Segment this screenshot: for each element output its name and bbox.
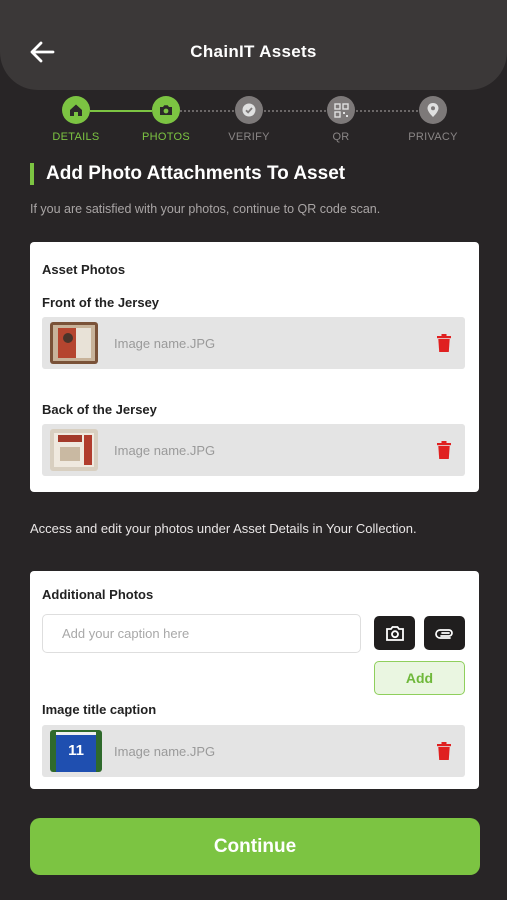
- app-header: ChainIT Assets: [0, 0, 507, 90]
- step-qr[interactable]: QR: [301, 96, 381, 143]
- step-details-circle: [62, 96, 90, 124]
- additional-photo-thumbnail[interactable]: 11: [50, 730, 102, 772]
- title-accent-bar: [30, 163, 34, 185]
- step-privacy-label: PRIVACY: [408, 131, 458, 143]
- step-qr-circle: [327, 96, 355, 124]
- front-jersey-file-name: Image name.JPG: [114, 336, 216, 351]
- continue-button[interactable]: Continue: [30, 818, 480, 875]
- front-jersey-label: Front of the Jersey: [42, 295, 160, 310]
- page-subtitle: If you are satisfied with your photos, c…: [30, 202, 381, 216]
- trash-icon: [437, 742, 451, 760]
- location-pin-icon: [427, 103, 439, 117]
- back-jersey-thumbnail[interactable]: [50, 429, 98, 471]
- step-photos-circle: [152, 96, 180, 124]
- asset-photos-heading: Asset Photos: [42, 262, 126, 277]
- delete-back-photo-button[interactable]: [435, 440, 453, 460]
- check-icon: [242, 103, 256, 117]
- delete-additional-photo-button[interactable]: [435, 741, 453, 761]
- step-privacy[interactable]: PRIVACY: [393, 96, 473, 143]
- front-jersey-file-row: Image name.JPG: [42, 317, 465, 369]
- access-note: Access and edit your photos under Asset …: [30, 521, 417, 536]
- asset-photos-card: Asset Photos Front of the Jersey Image n…: [30, 242, 479, 492]
- trash-icon: [437, 441, 451, 459]
- step-details-label: DETAILS: [52, 131, 100, 143]
- step-photos[interactable]: PHOTOS: [126, 96, 206, 143]
- image-caption-label: Image title caption: [42, 702, 157, 717]
- camera-icon: [385, 626, 404, 641]
- jersey-number: 11: [68, 742, 84, 759]
- delete-front-photo-button[interactable]: [435, 333, 453, 353]
- progress-stepper: DETAILS PHOTOS VERIFY QR PRIVACY: [0, 96, 507, 146]
- caption-input[interactable]: [42, 614, 361, 653]
- take-photo-button[interactable]: [374, 616, 415, 650]
- additional-photos-card: Additional Photos Add Image title captio…: [30, 571, 479, 789]
- step-verify-circle: [235, 96, 263, 124]
- camera-icon: [160, 105, 172, 115]
- back-jersey-file-name: Image name.JPG: [114, 443, 216, 458]
- back-jersey-label: Back of the Jersey: [42, 402, 157, 417]
- qr-code-icon: [333, 102, 349, 118]
- step-verify-label: VERIFY: [228, 131, 270, 143]
- attach-file-button[interactable]: [424, 616, 465, 650]
- step-qr-label: QR: [332, 131, 350, 143]
- app-title: ChainIT Assets: [190, 42, 317, 61]
- add-photo-button[interactable]: Add: [374, 661, 465, 695]
- additional-photos-heading: Additional Photos: [42, 587, 154, 602]
- step-details[interactable]: DETAILS: [36, 96, 116, 143]
- home-icon: [70, 104, 82, 116]
- step-verify[interactable]: VERIFY: [209, 96, 289, 143]
- additional-photo-file-row: 11 Image name.JPG: [42, 725, 465, 777]
- back-jersey-file-row: Image name.JPG: [42, 424, 465, 476]
- step-privacy-circle: [419, 96, 447, 124]
- paperclip-icon: [434, 629, 453, 639]
- additional-photo-file-name: Image name.JPG: [114, 744, 216, 759]
- trash-icon: [437, 334, 451, 352]
- page-title: Add Photo Attachments To Asset: [46, 163, 346, 184]
- step-photos-label: PHOTOS: [141, 131, 191, 143]
- front-jersey-thumbnail[interactable]: [50, 322, 98, 364]
